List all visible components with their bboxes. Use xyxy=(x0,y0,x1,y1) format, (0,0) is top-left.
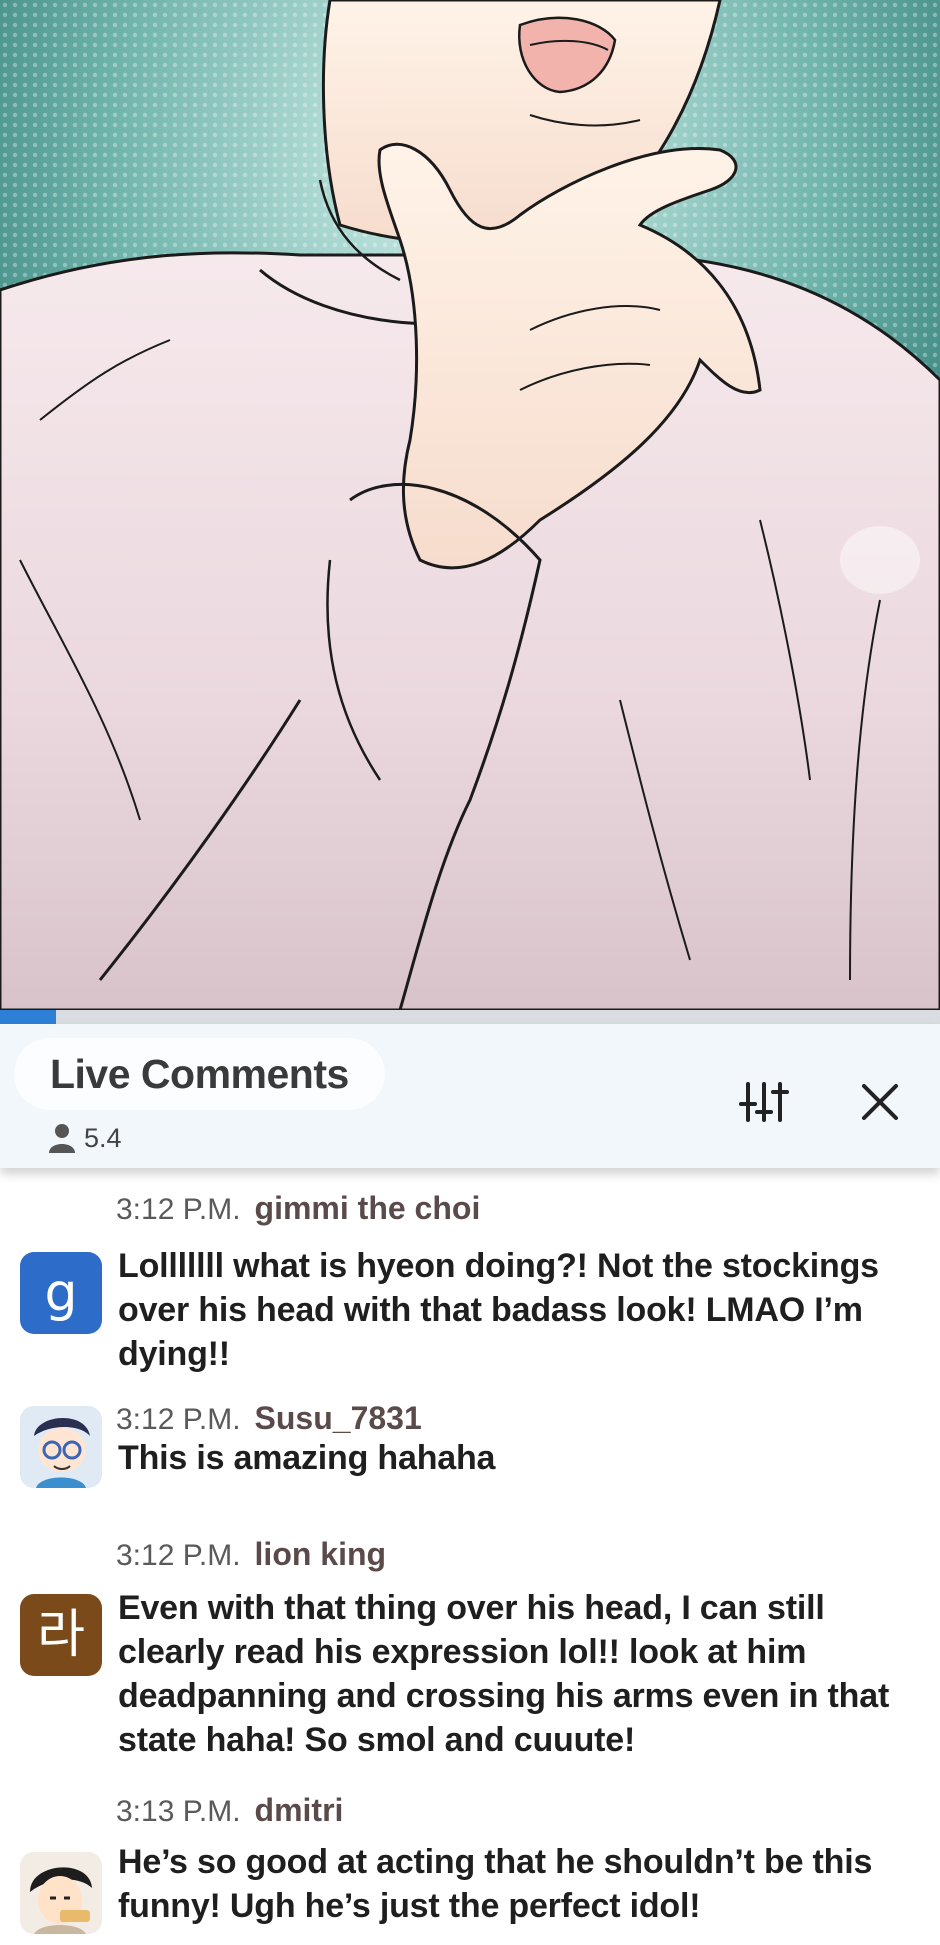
comment-username[interactable]: dmitri xyxy=(255,1792,344,1829)
comment-text: He’s so good at acting that he shouldn’t… xyxy=(118,1843,873,1925)
reading-progress-fill xyxy=(0,1010,57,1024)
avatar[interactable]: 라 xyxy=(20,1594,102,1676)
comments-list[interactable]: 3:12 P.M. gimmi the choi g Lolllllll wha… xyxy=(0,1168,940,1945)
comment-time: 3:12 P.M. xyxy=(116,1539,241,1572)
comment-username[interactable]: lion king xyxy=(255,1536,387,1573)
avatar-letter: g xyxy=(44,1263,78,1323)
avatar[interactable] xyxy=(20,1852,102,1934)
avatar[interactable]: g xyxy=(20,1252,102,1334)
comment-meta: 3:12 P.M. gimmi the choi xyxy=(116,1190,480,1227)
close-icon xyxy=(862,1084,898,1120)
comment-meta: 3:12 P.M. lion king xyxy=(116,1536,386,1573)
avatar-letter: 라 xyxy=(37,1605,85,1665)
cartoon-avatar-icon xyxy=(20,1852,102,1934)
comment-text: This is amazing hahaha xyxy=(118,1439,496,1477)
live-comments-title-pill: Live Comments xyxy=(14,1038,385,1110)
comic-illustration xyxy=(0,0,940,1010)
live-comments-header: Live Comments 5.4 xyxy=(0,1024,940,1168)
comment-time: 3:12 P.M. xyxy=(116,1403,241,1436)
live-comments-title: Live Comments xyxy=(50,1050,349,1097)
viewer-count: 5.4 xyxy=(84,1122,122,1153)
close-button[interactable] xyxy=(852,1074,908,1130)
avatar[interactable] xyxy=(20,1406,102,1488)
viewer-count-row: 5.4 xyxy=(48,1120,122,1156)
reading-progress-track[interactable] xyxy=(0,1010,940,1024)
comment-time: 3:12 P.M. xyxy=(116,1193,241,1226)
cartoon-avatar-icon xyxy=(20,1406,102,1488)
comment-time: 3:13 P.M. xyxy=(116,1795,241,1828)
filter-button[interactable] xyxy=(736,1074,792,1130)
comment-meta: 3:12 P.M. Susu_7831 xyxy=(116,1400,422,1437)
sliders-icon xyxy=(739,1082,789,1122)
person-icon xyxy=(49,1124,75,1153)
comic-panel xyxy=(0,0,940,1010)
comment-text: Even with that thing over his head, I ca… xyxy=(118,1589,890,1759)
comment-username[interactable]: Susu_7831 xyxy=(255,1400,422,1437)
comment-text: Lolllllll what is hyeon doing?! Not the … xyxy=(118,1247,879,1373)
comment-username[interactable]: gimmi the choi xyxy=(255,1190,481,1227)
comment-meta: 3:13 P.M. dmitri xyxy=(116,1792,343,1829)
